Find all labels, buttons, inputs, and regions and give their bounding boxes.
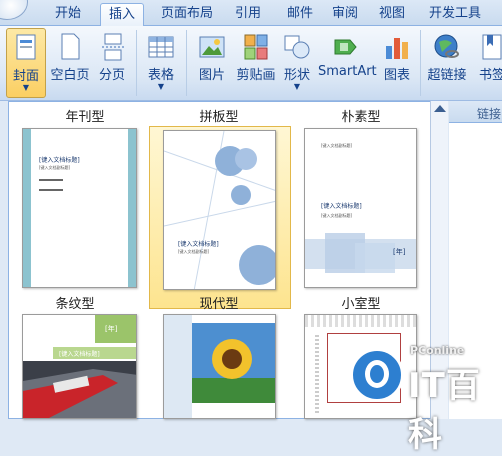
thumb-company: [键入文档副标题] <box>321 143 353 148</box>
hyperlink-button[interactable]: 超链接 <box>426 28 468 98</box>
smartart-button[interactable]: SmartArt <box>318 28 377 98</box>
stripe-title-band: [键入文档标题] <box>53 347 136 359</box>
thumb-year: [年] <box>105 325 118 333</box>
cover-page-icon <box>11 33 41 63</box>
tab-mailings[interactable]: 邮件 <box>282 3 318 26</box>
group-separator <box>420 30 421 96</box>
thumb-title: [键入文档标题] <box>59 351 100 358</box>
side-stripe <box>23 129 31 287</box>
cover-stripe[interactable]: [年] [键入文档标题] <box>22 314 137 419</box>
caption-puzzle: 拼板型 <box>199 110 239 125</box>
thumb-title: [键入文档标题] <box>39 157 80 164</box>
pconline-logo-icon <box>350 348 404 402</box>
cover-plain[interactable]: [键入文档副标题] [键入文档标题] [键入文档副标题] [年] <box>304 128 417 288</box>
picture-button[interactable]: 图片 <box>194 28 230 98</box>
chevron-down-icon: ▼ <box>22 83 30 92</box>
group-separator <box>186 30 187 96</box>
watermark-big-text: IT百科 <box>408 366 481 455</box>
ribbon-insert: 封面 ▼ 空白页 分页 表格 ▼ 图片 剪贴画 形状 ▼ SmartArt 图表… <box>0 26 502 101</box>
watermark-small-text: PConline <box>410 344 465 357</box>
caption-alcove: 小室型 <box>341 297 381 312</box>
thumb-meta-lines <box>39 179 63 191</box>
shapes-button[interactable]: 形状 ▼ <box>282 28 312 98</box>
ribbon-tab-bar: 开始 插入 页面布局 引用 邮件 审阅 视图 开发工具 <box>0 0 502 27</box>
thumb-title: [键入文档标题] <box>321 203 362 210</box>
tab-insert[interactable]: 插入 <box>100 3 144 27</box>
caption-stripe: 条纹型 <box>55 297 95 312</box>
chart-icon <box>382 32 412 62</box>
caption-modern: 现代型 <box>199 297 239 312</box>
smartart-icon <box>332 32 362 62</box>
group-label-bar: 链接 <box>449 101 502 123</box>
cover-page-button[interactable]: 封面 ▼ <box>6 28 46 98</box>
cover-modern[interactable] <box>163 314 276 419</box>
thumb-title: [键入文档标题] <box>178 241 219 248</box>
globe-link-icon <box>432 32 462 62</box>
table-icon <box>146 32 176 62</box>
page-break-button[interactable]: 分页 <box>94 28 130 98</box>
bookmark-icon <box>477 32 502 62</box>
blank-page-button[interactable]: 空白页 <box>48 28 92 98</box>
caption-plain: 朴素型 <box>341 110 381 125</box>
table-button[interactable]: 表格 ▼ <box>142 28 180 98</box>
picture-icon <box>197 32 227 62</box>
clipart-button[interactable]: 剪贴画 <box>232 28 280 98</box>
tab-home[interactable]: 开始 <box>46 3 90 26</box>
bookmark-button[interactable]: 书签 <box>472 28 502 98</box>
modern-side-panel <box>164 315 192 418</box>
tab-view[interactable]: 视图 <box>374 3 410 26</box>
clipart-icon <box>241 32 271 62</box>
chevron-down-icon: ▼ <box>293 82 301 91</box>
shapes-icon <box>282 32 312 62</box>
tab-developer[interactable]: 开发工具 <box>422 3 488 26</box>
caption-annual: 年刊型 <box>65 110 105 125</box>
thumb-subtitle: [键入文档副标题] <box>178 249 210 254</box>
alcove-pattern <box>305 315 416 327</box>
blank-page-icon <box>55 32 85 62</box>
tab-review[interactable]: 审阅 <box>327 3 363 26</box>
pconline-watermark: PConline IT百科 <box>350 342 495 455</box>
chart-button[interactable]: 图表 <box>380 28 414 98</box>
page-break-icon <box>97 32 127 62</box>
office-button[interactable] <box>0 0 28 20</box>
tab-page-layout[interactable]: 页面布局 <box>152 3 222 26</box>
scroll-up-icon[interactable] <box>434 105 446 112</box>
links-group-label: 链接 <box>477 107 502 121</box>
thumb-subtitle: [键入文档副标题] <box>39 165 71 170</box>
side-stripe <box>128 129 136 287</box>
cover-puzzle[interactable]: [键入文档标题] [键入文档副标题] <box>163 130 276 290</box>
cover-annual[interactable]: [键入文档标题] [键入文档副标题] <box>22 128 137 288</box>
train-photo <box>23 361 136 418</box>
sunflower-photo <box>192 323 275 403</box>
stripe-year-block: [年] <box>95 315 136 343</box>
puzzle-art <box>164 131 275 289</box>
tab-references[interactable]: 引用 <box>230 3 266 26</box>
chevron-down-icon: ▼ <box>157 82 165 91</box>
thumb-subtitle: [键入文档副标题] <box>321 213 353 218</box>
thumb-year: [年] <box>393 248 406 256</box>
alcove-side-lines <box>315 335 319 415</box>
group-separator <box>136 30 137 96</box>
